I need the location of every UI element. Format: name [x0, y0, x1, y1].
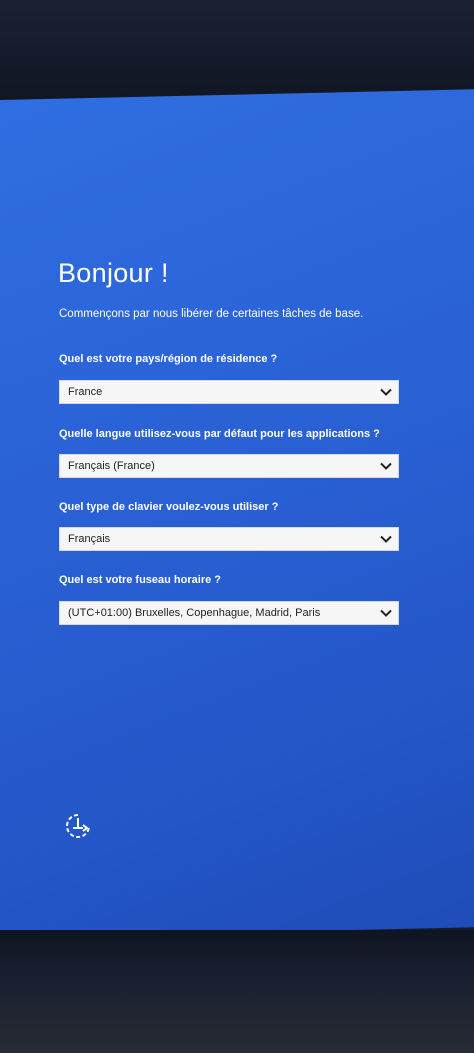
timezone-select[interactable]: (UTC+01:00) Bruxelles, Copenhague, Madri… [59, 601, 399, 625]
timezone-select-value: (UTC+01:00) Bruxelles, Copenhague, Madri… [68, 607, 321, 619]
country-select[interactable]: France [59, 380, 399, 404]
timezone-question-label: Quel est votre fuseau horaire ? [59, 574, 221, 586]
page-title: Bonjour ! [58, 258, 169, 288]
country-select-value: France [68, 386, 103, 398]
chevron-down-icon [374, 602, 398, 624]
language-question-label: Quelle langue utilisez-vous par défaut p… [59, 428, 380, 440]
chevron-down-icon [374, 455, 398, 477]
setup-content: Bonjour ! Commençons par nous libérer de… [0, 0, 474, 1053]
country-question-label: Quel est votre pays/région de résidence … [59, 353, 278, 365]
chevron-down-icon [374, 381, 398, 403]
language-select-value: Français (France) [68, 460, 155, 472]
ease-of-access-icon[interactable] [64, 812, 92, 840]
page-subtitle: Commençons par nous libérer de certaines… [59, 308, 364, 320]
keyboard-select[interactable]: Français [59, 527, 399, 551]
keyboard-select-value: Français [68, 533, 111, 545]
language-select[interactable]: Français (France) [59, 454, 399, 478]
chevron-down-icon [374, 528, 398, 550]
keyboard-question-label: Quel type de clavier voulez-vous utilise… [59, 501, 279, 513]
